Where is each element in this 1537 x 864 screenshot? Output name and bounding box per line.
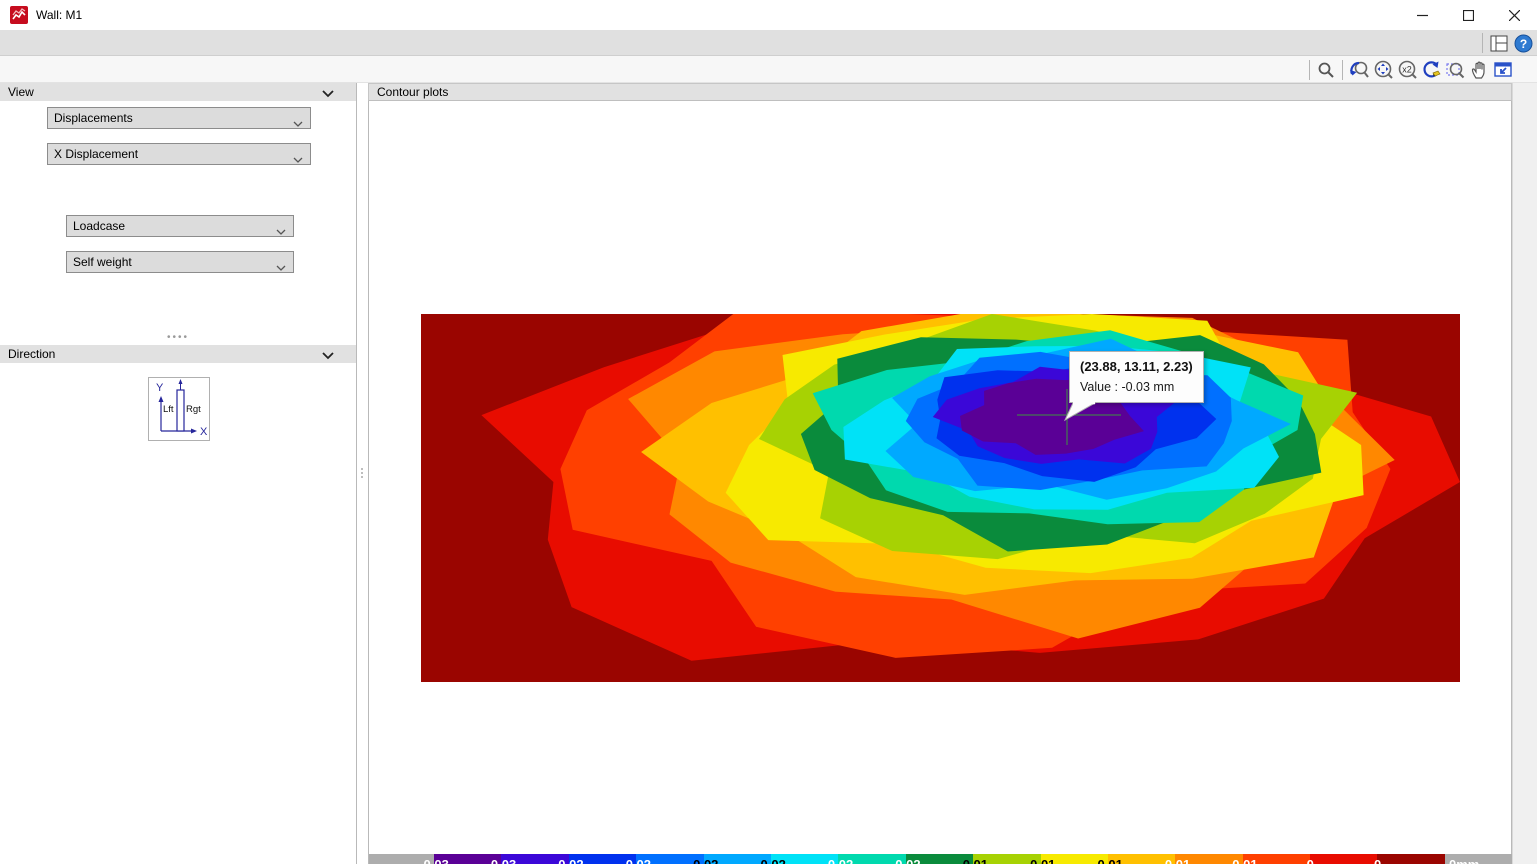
chevron-down-icon: [322, 87, 334, 101]
legend-segment: [636, 854, 704, 864]
toolbar-separator: [1482, 33, 1483, 53]
legend-segment: [568, 854, 637, 864]
panel-layout-icon[interactable]: [1488, 32, 1511, 55]
axis-y-label: Y: [156, 382, 164, 394]
legend-segment: [1242, 854, 1311, 864]
legend-segment: [1444, 854, 1513, 864]
contour-pane: Contour plots -0.03-0.03-0.02-0.02-0.02-…: [368, 83, 1513, 864]
legend-segment: [770, 854, 839, 864]
panel-resize-handle[interactable]: ••••: [0, 333, 356, 343]
zoom-window-icon[interactable]: [1444, 58, 1467, 81]
plot-canvas[interactable]: -0.03-0.03-0.02-0.02-0.02-0.02-0.02-0.02…: [368, 101, 1513, 864]
toolbar-separator: [1309, 59, 1310, 80]
toolbar-separator: [1342, 59, 1343, 80]
legend-segment: [1107, 854, 1176, 864]
section-header-direction[interactable]: Direction: [0, 345, 356, 363]
legend-segment: [1175, 854, 1243, 864]
legend-segment: [1377, 854, 1445, 864]
case-type-value: Loadcase: [73, 219, 126, 233]
toolbar-zoom: x2: [0, 56, 1537, 83]
legend-segment: [1310, 854, 1378, 864]
chevron-down-icon: [293, 116, 303, 130]
legend-segment: [1040, 854, 1108, 864]
chevron-down-icon: [276, 260, 286, 274]
left-face-label: Lft: [163, 404, 174, 415]
probe-value: Value : -0.03 mm: [1080, 380, 1175, 394]
chevron-down-icon: [322, 349, 334, 363]
redraw-icon[interactable]: [1420, 58, 1443, 81]
legend-segment: [973, 854, 1041, 864]
zoom-extents-icon[interactable]: [1372, 58, 1395, 81]
direction-header-label: Direction: [8, 347, 56, 361]
view-header-label: View: [8, 85, 34, 99]
app-window: Wall: M1 ? x2 View Displacements X Displ…: [0, 0, 1537, 864]
loadcase-value: Self weight: [73, 255, 132, 269]
svg-text:?: ?: [1519, 37, 1526, 51]
section-header-view[interactable]: View: [0, 83, 356, 101]
help-icon[interactable]: ?: [1512, 32, 1535, 55]
result-component-value: X Displacement: [54, 147, 139, 161]
axis-x-label: X: [200, 426, 208, 438]
contour-plot[interactable]: [421, 314, 1460, 682]
fit-view-icon[interactable]: [1492, 58, 1515, 81]
legend-segment: [838, 854, 906, 864]
direction-widget: Y X Lft Rgt: [148, 377, 210, 441]
window-title: Wall: M1: [36, 8, 83, 22]
case-type-dropdown[interactable]: Loadcase: [66, 215, 294, 237]
legend-segment: [369, 854, 434, 864]
minimize-button[interactable]: [1399, 0, 1445, 30]
result-component-dropdown[interactable]: X Displacement: [47, 143, 311, 165]
search-icon[interactable]: [1315, 58, 1338, 81]
zoom-x2-icon[interactable]: x2: [1396, 58, 1419, 81]
legend-segment: [434, 854, 502, 864]
result-type-dropdown[interactable]: Displacements: [47, 107, 311, 129]
sidebar: View Displacements X Displacement Loadca…: [0, 83, 357, 864]
zoom-previous-icon[interactable]: [1348, 58, 1371, 81]
probe-coordinates: (23.88, 13.11, 2.23): [1080, 359, 1193, 374]
pan-icon[interactable]: [1468, 58, 1491, 81]
result-type-value: Displacements: [54, 111, 133, 125]
legend-segment: [905, 854, 974, 864]
chevron-down-icon: [293, 152, 303, 166]
contour-plots-header: Contour plots: [368, 83, 1512, 101]
titlebar: Wall: M1: [0, 0, 1537, 30]
probe-tooltip-tail: [1063, 402, 1097, 422]
right-gutter: [1512, 83, 1537, 864]
close-button[interactable]: [1491, 0, 1537, 30]
chevron-down-icon: [276, 224, 286, 238]
probe-tooltip: (23.88, 13.11, 2.23) Value : -0.03 mm: [1069, 351, 1204, 403]
svg-text:x2: x2: [1402, 64, 1412, 74]
legend-segment: [501, 854, 569, 864]
right-face-label: Rgt: [186, 404, 201, 415]
contour-plots-title: Contour plots: [377, 85, 449, 99]
legend-segment: [703, 854, 771, 864]
app-icon: [10, 6, 28, 24]
loadcase-dropdown[interactable]: Self weight: [66, 251, 294, 273]
legend-colorbar: [369, 854, 1513, 864]
toolbar-top: ?: [0, 30, 1537, 56]
maximize-button[interactable]: [1445, 0, 1491, 30]
panel-splitter[interactable]: [358, 460, 366, 486]
